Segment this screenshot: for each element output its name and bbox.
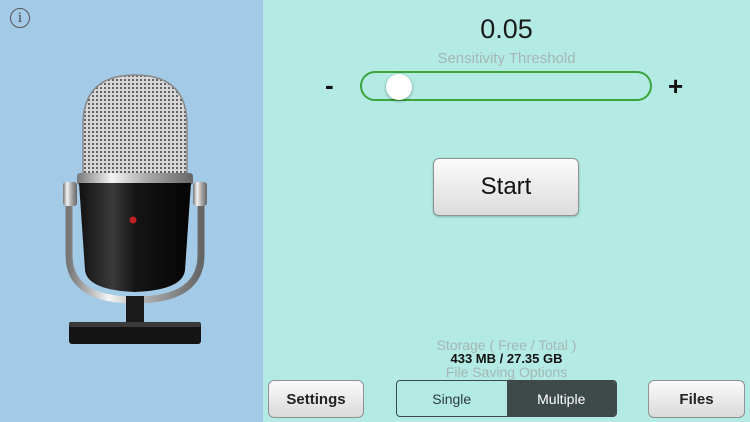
files-button[interactable]: Files [648, 380, 745, 418]
segment-multiple[interactable]: Multiple [506, 381, 616, 416]
decrease-threshold-button[interactable]: - [325, 70, 334, 101]
sensitivity-threshold-label: Sensitivity Threshold [437, 50, 576, 67]
info-icon: i [17, 9, 23, 26]
left-panel: i [0, 0, 263, 422]
right-panel: 0.05 Sensitivity Threshold - + Start Sto… [263, 0, 750, 422]
file-saving-segmented-control: Single Multiple [396, 380, 617, 417]
info-button[interactable]: i [10, 8, 30, 28]
increase-threshold-button[interactable]: + [668, 71, 683, 102]
threshold-value: 0.05 [480, 14, 533, 44]
slider-handle[interactable] [386, 74, 413, 100]
start-button[interactable]: Start [433, 158, 579, 216]
file-saving-options-label: File Saving Options [445, 364, 568, 380]
microphone-icon [63, 74, 207, 344]
sensitivity-slider[interactable] [360, 71, 652, 101]
settings-button[interactable]: Settings [268, 380, 364, 418]
segment-single[interactable]: Single [397, 381, 507, 416]
